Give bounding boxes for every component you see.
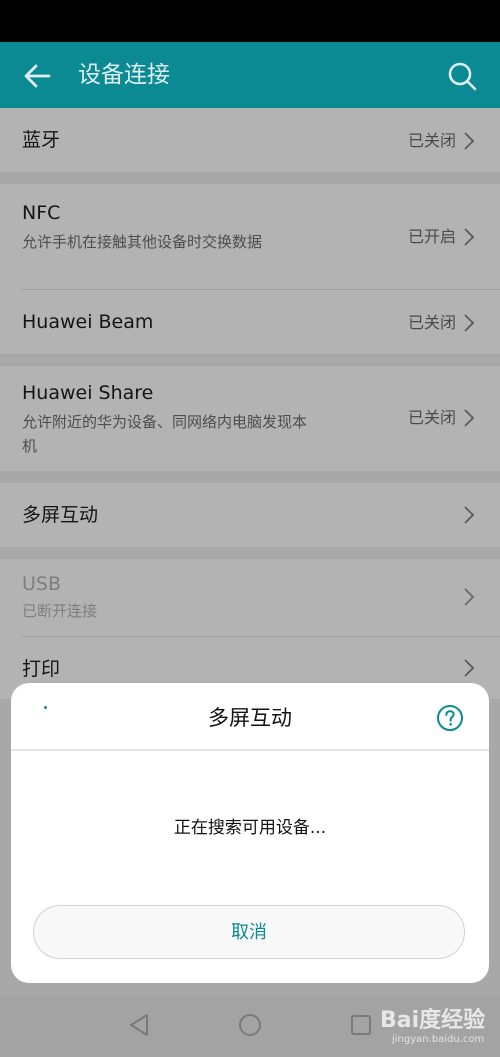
back-arrow-icon[interactable] bbox=[22, 61, 52, 91]
bluetooth-row[interactable]: 蓝牙 已关闭 bbox=[0, 108, 500, 172]
chevron-right-icon bbox=[464, 659, 475, 677]
page-title: 设备连接 bbox=[78, 62, 170, 88]
chevron-right-icon bbox=[464, 506, 475, 524]
huawei-share-description: 允许附近的华为设备、同网络内电脑发现本机 bbox=[22, 413, 308, 455]
huawei-beam-row[interactable]: Huawei Beam 已关闭 bbox=[0, 290, 500, 354]
status-bar bbox=[0, 0, 500, 42]
searching-message: 正在搜索可用设备... bbox=[173, 818, 327, 838]
bluetooth-status: 已关闭 bbox=[407, 131, 456, 150]
search-icon[interactable] bbox=[446, 60, 478, 92]
multiscreen-row[interactable]: 多屏互动 bbox=[0, 483, 500, 547]
chevron-right-icon bbox=[464, 409, 475, 427]
app-bar: 设备连接 bbox=[0, 42, 500, 108]
chevron-right-icon bbox=[464, 132, 475, 150]
help-icon[interactable] bbox=[436, 704, 464, 732]
cancel-button[interactable]: 取消 bbox=[33, 905, 465, 959]
dialog-divider bbox=[11, 749, 489, 751]
multiscreen-label: 多屏互动 bbox=[22, 504, 99, 526]
huawei-share-row[interactable]: Huawei Share 允许附近的华为设备、同网络内电脑发现本机 已关闭 bbox=[0, 366, 500, 471]
usb-description: 已断开连接 bbox=[22, 602, 98, 620]
watermark-url: jingyan.baidu.com bbox=[392, 1034, 485, 1045]
dialog-title: 多屏互动 bbox=[208, 706, 292, 730]
huawei-share-status: 已关闭 bbox=[407, 408, 456, 427]
nav-recent-icon[interactable] bbox=[350, 1013, 372, 1037]
usb-row: USB 已断开连接 bbox=[0, 559, 500, 636]
huawei-beam-label: Huawei Beam bbox=[22, 311, 154, 333]
nfc-description: 允许手机在接触其他设备时交换数据 bbox=[22, 233, 263, 251]
bluetooth-label: 蓝牙 bbox=[22, 129, 61, 151]
group-bluetooth: 蓝牙 已关闭 bbox=[0, 108, 500, 172]
nfc-row[interactable]: NFC 允许手机在接触其他设备时交换数据 已开启 bbox=[0, 184, 500, 289]
group-usb-print: USB 已断开连接 打印 bbox=[0, 559, 500, 699]
group-nfc-beam: NFC 允许手机在接触其他设备时交换数据 已开启 Huawei Beam 已关闭 bbox=[0, 184, 500, 354]
chevron-right-icon bbox=[464, 314, 475, 332]
multiscreen-search-dialog: 多屏互动 正在搜索可用设备... 取消 bbox=[11, 683, 489, 983]
chevron-right-icon bbox=[464, 228, 475, 246]
nav-back-icon[interactable] bbox=[128, 1013, 150, 1037]
print-label: 打印 bbox=[22, 658, 61, 680]
nfc-label: NFC bbox=[22, 202, 61, 224]
nfc-status: 已开启 bbox=[407, 227, 456, 246]
group-multiscreen: 多屏互动 bbox=[0, 483, 500, 547]
group-huawei-share: Huawei Share 允许附近的华为设备、同网络内电脑发现本机 已关闭 bbox=[0, 366, 500, 471]
usb-label: USB bbox=[22, 573, 62, 595]
nav-home-icon[interactable] bbox=[238, 1013, 262, 1037]
chevron-right-icon bbox=[464, 588, 475, 606]
huawei-share-label: Huawei Share bbox=[22, 382, 154, 404]
watermark-logo: Bai度经验 bbox=[380, 1008, 486, 1033]
huawei-beam-status: 已关闭 bbox=[407, 313, 456, 332]
